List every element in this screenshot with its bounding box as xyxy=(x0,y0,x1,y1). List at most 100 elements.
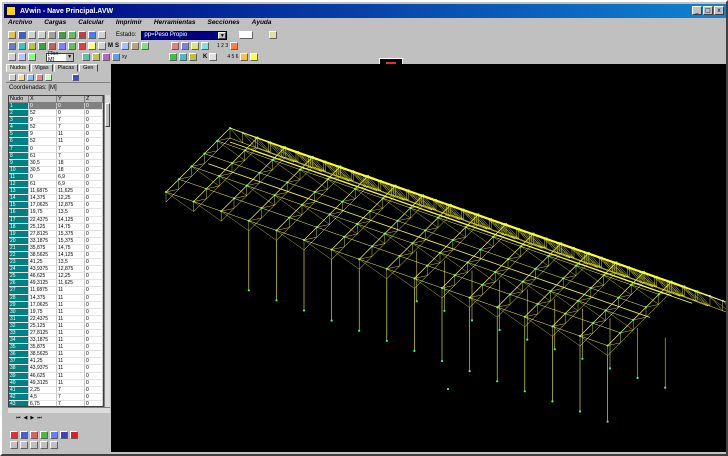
cell-x[interactable]: 33,1875 xyxy=(29,237,57,245)
cell-x[interactable]: 14,375 xyxy=(29,195,57,203)
delete-icon[interactable] xyxy=(78,42,86,50)
table-row[interactable]: 15 17,0625 12,875 0 xyxy=(9,202,103,210)
insert-row-icon[interactable] xyxy=(27,73,34,81)
cell-nudo[interactable]: 24 xyxy=(9,266,29,274)
cell-z[interactable]: 0 xyxy=(85,337,103,345)
truss-member[interactable] xyxy=(342,188,356,202)
cell-y[interactable]: 12,875 xyxy=(57,266,85,274)
cell-z[interactable]: 0 xyxy=(85,280,103,288)
truss-member[interactable] xyxy=(605,310,634,321)
truss-member[interactable] xyxy=(550,291,579,311)
truss-member[interactable] xyxy=(290,192,319,203)
truss-member[interactable] xyxy=(603,275,632,295)
side-icon[interactable] xyxy=(112,53,120,61)
table-row[interactable]: 24 43,9375 12,875 0 xyxy=(9,266,103,274)
truss-member[interactable] xyxy=(248,220,277,231)
node-icon[interactable] xyxy=(18,42,26,50)
truss-member[interactable] xyxy=(552,313,566,327)
truss-member[interactable] xyxy=(359,259,387,279)
cell-z[interactable]: 0 xyxy=(85,131,103,139)
table-row[interactable]: 14 14,375 12,25 0 xyxy=(9,195,103,203)
truss-member[interactable] xyxy=(509,281,524,295)
truss-member[interactable] xyxy=(509,294,538,305)
truss-member[interactable] xyxy=(590,274,604,289)
tab-placas[interactable]: Placas xyxy=(53,64,79,72)
truss-member[interactable] xyxy=(274,195,303,215)
truss-member[interactable] xyxy=(682,286,711,307)
cell-z[interactable]: 0 xyxy=(85,230,103,238)
zoom-out-icon[interactable] xyxy=(38,31,46,39)
truss-member[interactable] xyxy=(289,217,317,228)
horizontal-scrollbar[interactable] xyxy=(8,407,110,413)
maximize-button[interactable]: □ xyxy=(703,6,713,15)
truss-member[interactable] xyxy=(235,172,264,184)
cell-nudo[interactable]: 21 xyxy=(9,244,29,252)
truss-member[interactable] xyxy=(539,278,568,289)
truss-member[interactable] xyxy=(316,226,345,238)
table-row[interactable]: 29 17,0625 11 0 xyxy=(9,301,103,309)
units-select[interactable]: [Ton-M] ▼ xyxy=(46,51,74,63)
truss-member[interactable] xyxy=(303,226,318,241)
truss-member[interactable] xyxy=(357,223,385,244)
table-row[interactable]: 10 30,5 18 0 xyxy=(9,166,103,174)
cell-z[interactable]: 0 xyxy=(85,251,103,260)
cell-z[interactable]: 0 xyxy=(85,365,103,373)
section-icon[interactable] xyxy=(121,42,130,50)
truss-member[interactable] xyxy=(246,185,275,206)
truss-member[interactable] xyxy=(631,284,659,305)
structure-node[interactable] xyxy=(619,331,622,334)
cell-x[interactable]: 41,25 xyxy=(29,358,57,366)
truss-member[interactable] xyxy=(484,259,512,270)
truss-member[interactable] xyxy=(414,278,443,289)
truss-member[interactable] xyxy=(206,188,235,199)
nodes-table[interactable]: Nudo X Y Z 1 0 0 0 2 52 0 0 3 9 7 0 4 52 7 0 5 9 11 0 6 52 11 0… xyxy=(8,95,104,407)
truss-member[interactable] xyxy=(439,252,468,273)
truss-member[interactable] xyxy=(217,140,245,161)
cell-z[interactable]: 0 xyxy=(85,152,103,160)
cell-y[interactable]: 7 xyxy=(57,124,85,132)
move-icon[interactable] xyxy=(88,31,96,39)
table-row[interactable]: 28 14,375 11 0 xyxy=(9,294,103,302)
table-row[interactable]: 18 25,125 14,75 0 xyxy=(9,223,103,231)
table-row[interactable]: 25 46,625 12,25 0 xyxy=(9,273,103,281)
structure-node[interactable] xyxy=(247,289,250,292)
truss-member[interactable] xyxy=(425,230,453,241)
truss-member[interactable] xyxy=(511,268,540,280)
cell-z[interactable]: 0 xyxy=(85,330,103,338)
truss-member[interactable] xyxy=(456,249,485,261)
cell-x[interactable]: 35,875 xyxy=(29,344,57,352)
truss-member[interactable] xyxy=(550,290,579,302)
cell-x[interactable]: 38,5625 xyxy=(29,251,57,260)
truss-member[interactable] xyxy=(342,201,371,212)
cell-x[interactable]: 19,75 xyxy=(29,308,57,316)
cell-nudo[interactable]: 19 xyxy=(9,230,29,238)
truss-member[interactable] xyxy=(575,265,604,286)
truss-member[interactable] xyxy=(618,297,647,308)
truss-member[interactable] xyxy=(384,233,413,254)
truss-member[interactable] xyxy=(318,201,347,213)
material-icon[interactable] xyxy=(131,42,140,50)
cell-nudo[interactable]: 8 xyxy=(9,152,29,160)
cell-nudo[interactable]: 28 xyxy=(9,294,29,302)
truss-member[interactable] xyxy=(216,127,231,142)
cell-x[interactable]: 30,5 xyxy=(29,166,57,174)
truss-member[interactable] xyxy=(288,204,303,218)
truss-member[interactable] xyxy=(231,162,260,174)
cell-x[interactable]: 25,125 xyxy=(29,223,57,231)
check-icon[interactable] xyxy=(40,431,48,439)
cell-nudo[interactable]: 29 xyxy=(9,301,29,309)
axis-icon[interactable] xyxy=(98,42,106,50)
structure-node[interactable] xyxy=(468,370,471,373)
truss-member[interactable] xyxy=(579,322,594,337)
cell-z[interactable]: 0 xyxy=(85,315,103,323)
cell-y[interactable]: 13,5 xyxy=(57,259,85,267)
truss-member[interactable] xyxy=(524,316,553,327)
table-row[interactable]: 1000 xyxy=(9,103,103,111)
cell-nudo[interactable]: 16 xyxy=(9,209,29,217)
menu-cargas[interactable]: Cargas xyxy=(42,19,68,29)
cell-y[interactable]: 11 xyxy=(57,358,85,366)
draw-icon[interactable] xyxy=(10,441,18,449)
cell-y[interactable]: 11 xyxy=(57,131,85,139)
truss-member[interactable] xyxy=(520,246,549,267)
truss-member[interactable] xyxy=(219,175,247,186)
